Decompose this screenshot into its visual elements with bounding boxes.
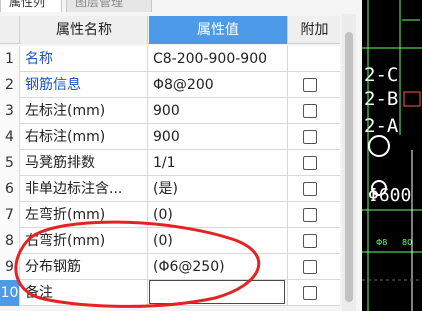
table-row[interactable]: 8 右弯折(mm) (0): [0, 228, 340, 254]
attach-cell: [289, 176, 340, 202]
property-value-cell[interactable]: (0): [149, 228, 288, 254]
property-value-cell[interactable]: 900: [149, 124, 288, 150]
cad-drawing-canvas[interactable]: 2-C 2-B 2-A Φ600 Φ8 80: [362, 0, 422, 311]
header-property-value[interactable]: 属性值: [149, 16, 288, 44]
table-row[interactable]: 7 左弯折(mm) (0): [0, 202, 340, 228]
header-attach[interactable]: 附加: [289, 16, 340, 44]
attach-cell: [289, 228, 340, 254]
property-name-cell: 左弯折(mm): [21, 202, 148, 228]
table-row[interactable]: 2 钢筋信息 Φ8@200: [0, 72, 340, 98]
table-row[interactable]: 10 备注: [0, 280, 340, 306]
attach-checkbox[interactable]: [303, 260, 317, 274]
attach-cell: [289, 202, 340, 228]
attach-cell: [289, 98, 340, 124]
remark-edit-field[interactable]: [149, 280, 285, 304]
property-value-cell[interactable]: 900: [149, 98, 288, 124]
row-index: 8: [0, 228, 20, 254]
header-property-name[interactable]: 属性名称: [21, 16, 148, 44]
tab-property-list[interactable]: 属性列表: [0, 0, 62, 31]
attach-checkbox[interactable]: [303, 208, 317, 222]
attach-checkbox[interactable]: [303, 78, 317, 92]
table-row[interactable]: 9 分布钢筋 (Φ6@250): [0, 254, 340, 280]
attach-cell: [289, 72, 340, 98]
table-row[interactable]: 1 名称 C8-200-900-900: [0, 46, 340, 72]
table-row[interactable]: 3 左标注(mm) 900: [0, 98, 340, 124]
attach-cell: [289, 46, 340, 72]
table-row[interactable]: 5 马凳筋排数 1/1: [0, 150, 340, 176]
tab-layer-manager[interactable]: 图层管理: [66, 0, 152, 12]
cad-linework: [362, 0, 422, 311]
row-index: 9: [0, 254, 20, 280]
property-name-cell: 右标注(mm): [21, 124, 148, 150]
scrollbar-thumb[interactable]: [345, 32, 353, 302]
property-name-cell: 非单边标注含...: [21, 176, 148, 202]
property-value-cell[interactable]: C8-200-900-900: [149, 46, 288, 72]
row-index: 6: [0, 176, 20, 202]
header-index: [0, 16, 20, 44]
attach-cell: [289, 280, 340, 306]
property-value-cell[interactable]: (0): [149, 202, 288, 228]
row-index: 3: [0, 98, 20, 124]
property-value-cell[interactable]: (是): [149, 176, 288, 202]
table-header: 属性名称 属性值 附加: [0, 16, 340, 44]
property-name-cell: 钢筋信息: [21, 72, 148, 98]
row-index: 1: [0, 46, 20, 72]
attach-cell: [289, 124, 340, 150]
attach-cell: [289, 254, 340, 280]
property-name-cell: 名称: [21, 46, 148, 72]
property-value-cell[interactable]: 1/1: [149, 150, 288, 176]
row-index: 2: [0, 72, 20, 98]
row-index: 4: [0, 124, 20, 150]
property-name-cell: 右弯折(mm): [21, 228, 148, 254]
row-index: 10: [0, 280, 20, 306]
property-panel: 属性列表 图层管理 属性名称 属性值 附加 1名称C8-200-900-9002…: [0, 0, 362, 311]
property-value-cell[interactable]: Φ8@200: [149, 72, 288, 98]
attach-cell: [289, 150, 340, 176]
row-index: 7: [0, 202, 20, 228]
attach-checkbox[interactable]: [303, 156, 317, 170]
attach-checkbox[interactable]: [303, 104, 317, 118]
property-value-cell[interactable]: (Φ6@250): [149, 254, 288, 280]
attach-checkbox[interactable]: [303, 234, 317, 248]
property-name-cell: 备注: [21, 280, 148, 306]
vertical-scrollbar[interactable]: [342, 14, 356, 311]
table-row[interactable]: 4 右标注(mm) 900: [0, 124, 340, 150]
attach-checkbox[interactable]: [303, 286, 317, 300]
table-row[interactable]: 6 非单边标注含... (是): [0, 176, 340, 202]
attach-checkbox[interactable]: [303, 182, 317, 196]
attach-checkbox[interactable]: [303, 130, 317, 144]
property-name-cell: 马凳筋排数: [21, 150, 148, 176]
row-index: 5: [0, 150, 20, 176]
property-name-cell: 分布钢筋: [21, 254, 148, 280]
panel-tabs: 属性列表 图层管理: [0, 0, 362, 31]
property-name-cell: 左标注(mm): [21, 98, 148, 124]
